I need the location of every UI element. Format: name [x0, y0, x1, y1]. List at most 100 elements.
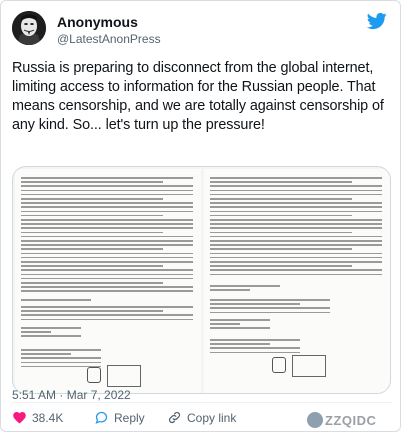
- document-text-line: [210, 343, 270, 345]
- document-text-line: [210, 265, 352, 267]
- document-text-line: [21, 290, 193, 292]
- document-text-line: [210, 214, 352, 217]
- document-text-line: [210, 256, 382, 259]
- document-text-line: [21, 248, 163, 250]
- document-text-line: [210, 248, 352, 250]
- document-text-line: [210, 289, 250, 291]
- copy-link-label: Copy link: [187, 410, 237, 425]
- coat-of-arms-emblem: [87, 367, 101, 383]
- document-text-line: [21, 189, 193, 192]
- document-text-line: [21, 244, 193, 246]
- document-text-line: [21, 357, 101, 359]
- like-button[interactable]: 38.4K: [12, 410, 63, 425]
- coat-of-arms-emblem: [272, 357, 286, 373]
- document-stamp: [107, 365, 141, 387]
- document-text-line: [21, 318, 193, 321]
- document-text-line: [210, 240, 382, 242]
- document-text-line: [21, 331, 51, 333]
- copy-link-button[interactable]: Copy link: [167, 410, 236, 425]
- reply-bubble-icon: [95, 411, 108, 424]
- document-text-line: [21, 310, 163, 312]
- document-text-line: [210, 311, 330, 314]
- document-text-line: [210, 177, 382, 179]
- document-text-line: [21, 335, 81, 337]
- document-text-line: [210, 285, 280, 287]
- document-text-line: [21, 202, 193, 204]
- document-text-line: [210, 202, 382, 204]
- document-stamp: [292, 355, 326, 377]
- watermark-logo-icon: [307, 412, 323, 428]
- heart-icon: [13, 412, 26, 424]
- document-text-line: [21, 223, 193, 225]
- document-text-line: [210, 347, 300, 349]
- document-text-line: [210, 210, 382, 213]
- document-text-line: [210, 319, 270, 321]
- document-text-line: [210, 299, 330, 301]
- document-text-line: [21, 193, 193, 196]
- document-text-line: [21, 314, 193, 316]
- document-page-right: [204, 169, 390, 393]
- document-page-left: [15, 169, 201, 393]
- document-text-line: [21, 181, 163, 183]
- document-text-line: [210, 261, 382, 263]
- document-text-line: [21, 227, 193, 229]
- document-text-line: [21, 185, 193, 187]
- reply-button[interactable]: Reply: [94, 410, 145, 425]
- divider: [12, 402, 392, 403]
- document-text-line: [210, 219, 382, 221]
- document-text-line: [21, 353, 71, 355]
- document-text-line: [210, 323, 240, 325]
- document-text-line: [21, 277, 193, 280]
- document-text-line: [21, 198, 163, 200]
- reply-label: Reply: [114, 410, 145, 425]
- document-text-line: [210, 273, 382, 276]
- document-text-line: [21, 252, 193, 255]
- tweet-card: Anonymous @LatestAnonPress Russia is pre…: [0, 0, 401, 432]
- document-text-line: [21, 282, 163, 284]
- author-avatar[interactable]: [12, 11, 46, 45]
- document-text-line: [21, 214, 163, 217]
- like-count: 38.4K: [32, 410, 64, 425]
- document-text-line: [21, 299, 91, 301]
- document-text-line: [21, 306, 193, 308]
- document-text-line: [21, 206, 193, 208]
- document-text-line: [210, 307, 330, 309]
- document-text-line: [21, 256, 193, 259]
- document-text-line: [210, 185, 382, 187]
- document-text-line: [210, 189, 382, 192]
- document-text-line: [21, 210, 193, 213]
- document-text-line: [210, 223, 382, 225]
- document-text-line: [210, 231, 352, 234]
- document-text-line: [210, 303, 300, 305]
- tweet-text: Russia is preparing to disconnect from t…: [12, 60, 384, 133]
- author-handle[interactable]: @LatestAnonPress: [57, 32, 161, 46]
- document-text-line: [210, 327, 270, 329]
- document-text-line: [210, 351, 300, 354]
- document-text-line: [21, 286, 193, 288]
- document-text-line: [21, 269, 193, 271]
- document-text-line: [21, 349, 101, 351]
- document-text-line: [21, 327, 81, 329]
- watermark: ZZQIDC: [325, 413, 377, 428]
- author-name[interactable]: Anonymous: [57, 14, 138, 30]
- document-text-line: [21, 177, 193, 179]
- document-text-line: [210, 244, 382, 246]
- tweet-timestamp[interactable]: 5:51 AM · Mar 7, 2022: [12, 388, 131, 402]
- document-text-line: [210, 193, 382, 196]
- document-text-line: [210, 181, 352, 183]
- document-text-line: [21, 361, 101, 364]
- document-text-line: [21, 261, 193, 263]
- anonymous-mask-icon: [12, 11, 46, 45]
- tweet-media-image[interactable]: [12, 166, 391, 394]
- document-text-line: [21, 240, 193, 242]
- document-text-line: [21, 265, 163, 267]
- document-text-line: [21, 231, 163, 234]
- document-text-line: [21, 219, 193, 221]
- link-icon: [168, 411, 181, 424]
- document-text-line: [210, 252, 382, 255]
- document-text-line: [210, 235, 382, 238]
- document-text-line: [210, 206, 382, 208]
- document-text-line: [21, 235, 193, 238]
- document-text-line: [210, 198, 352, 200]
- twitter-bird-icon[interactable]: [367, 11, 387, 31]
